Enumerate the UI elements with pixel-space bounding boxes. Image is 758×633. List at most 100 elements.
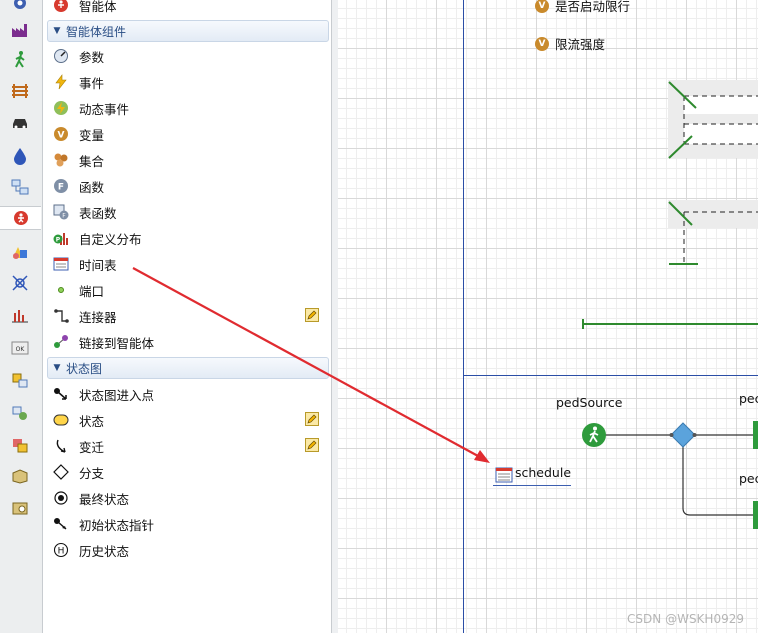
- material-handling-icon[interactable]: [7, 176, 33, 198]
- agent-palette-icon[interactable]: [0, 206, 41, 230]
- presentation-icon[interactable]: [7, 241, 33, 263]
- palette-item-event[interactable]: 事件: [51, 70, 331, 94]
- schedule-label: schedule: [515, 465, 572, 480]
- connectivity-icon[interactable]: [7, 369, 33, 391]
- watermark: CSDN @WSKH0929: [627, 612, 744, 626]
- palette-item-label: 变迁: [79, 439, 105, 455]
- palette-item-label: 函数: [79, 179, 105, 195]
- palette-item-history-state[interactable]: H 历史状态: [51, 538, 331, 562]
- ped-source-block[interactable]: [581, 422, 607, 448]
- palette-item-label: 事件: [79, 75, 105, 91]
- section-header-agent-components[interactable]: ▼ 智能体组件: [47, 20, 329, 42]
- schedule-icon: [53, 256, 69, 272]
- ped-block-1[interactable]: [753, 421, 758, 449]
- final-state-icon: [53, 490, 69, 506]
- palette-item-label: 分支: [79, 465, 105, 481]
- pedestrian-library-icon[interactable]: [7, 48, 33, 70]
- table-function-icon: F: [53, 204, 69, 220]
- palette-item-dynamic-event[interactable]: 动态事件: [51, 96, 331, 120]
- edit-pencil-icon[interactable]: [305, 308, 319, 322]
- palette-item-label: 时间表: [79, 257, 117, 273]
- library-toolstrip: OK: [0, 0, 43, 633]
- space-markup-icon[interactable]: [7, 272, 33, 294]
- event-icon: [53, 74, 69, 90]
- svg-text:V: V: [58, 131, 65, 141]
- palette-item-schedule[interactable]: 时间表: [51, 252, 331, 276]
- palette-item-collection[interactable]: 集合: [51, 148, 331, 172]
- transition-icon: [53, 438, 69, 454]
- section-title: 状态图: [66, 361, 103, 376]
- svg-text:F: F: [62, 213, 66, 220]
- schedule-element[interactable]: schedule: [493, 465, 571, 486]
- port-icon: [53, 282, 69, 298]
- collapse-chevron-icon[interactable]: ▼: [48, 363, 66, 373]
- palette-item-final-state[interactable]: 最终状态: [51, 486, 331, 510]
- state-icon: [53, 412, 69, 428]
- dynamic-event-icon: [53, 100, 69, 116]
- palette-panel: 智能体 ▼ 智能体组件 参数 事件 动态事件 V 变量 集合 F 函数 F 表函…: [43, 0, 331, 633]
- history-state-icon: H: [53, 542, 69, 558]
- palette-item-custom-distribution[interactable]: P 自定义分布: [51, 226, 331, 250]
- model-canvas[interactable]: V 是否启动限行 V 限流强度 pedSource pec pec: [338, 0, 758, 633]
- palette-item-connector[interactable]: 连接器: [51, 304, 331, 328]
- svg-text:OK: OK: [16, 346, 26, 353]
- rail-library-icon[interactable]: [7, 80, 33, 102]
- section-title: 智能体组件: [66, 24, 127, 39]
- palette-item-label: 端口: [79, 283, 105, 299]
- palette-item-label: 连接器: [79, 309, 117, 325]
- palette-item-label: 最终状态: [79, 491, 130, 507]
- collapse-chevron-icon[interactable]: ▼: [48, 26, 66, 36]
- edit-pencil-icon[interactable]: [305, 412, 319, 426]
- parameter-icon: [53, 48, 69, 64]
- palette-item-parameter[interactable]: 参数: [51, 44, 331, 68]
- palette-item-function[interactable]: F 函数: [51, 174, 331, 198]
- palette-item-label: 表函数: [79, 205, 117, 221]
- section-header-statechart[interactable]: ▼ 状态图: [47, 357, 329, 379]
- analysis-icon[interactable]: [7, 304, 33, 326]
- variable-icon: V: [53, 126, 69, 142]
- link-to-agent-icon: [53, 334, 69, 350]
- palette-item-port[interactable]: 端口: [51, 278, 331, 302]
- palette-item-agent[interactable]: 智能体: [51, 0, 331, 17]
- palette-item-label: 动态事件: [79, 101, 130, 117]
- road-traffic-icon[interactable]: [7, 112, 33, 134]
- initial-state-pointer-icon: [53, 516, 69, 532]
- pictures-icon[interactable]: [7, 434, 33, 456]
- palette-item-state[interactable]: 状态: [51, 408, 331, 432]
- agent-tool-icon[interactable]: [7, 0, 33, 14]
- palette-item-label: 历史状态: [79, 543, 130, 559]
- marketplace-icon[interactable]: [7, 497, 33, 519]
- schedule-icon: [495, 467, 513, 486]
- ped-select-output-block[interactable]: [669, 421, 697, 449]
- palette-item-table-function[interactable]: F 表函数: [51, 200, 331, 224]
- palette-scrollbar[interactable]: [331, 0, 338, 633]
- custom-distribution-icon: P: [53, 230, 69, 246]
- system-dynamics-icon[interactable]: [7, 402, 33, 424]
- palette-item-branch[interactable]: 分支: [51, 460, 331, 484]
- palette-item-label: 集合: [79, 153, 105, 169]
- palette-item-label: 状态图进入点: [79, 387, 155, 403]
- ped-block-label-1: pec: [739, 391, 758, 406]
- edit-pencil-icon[interactable]: [305, 438, 319, 452]
- 3d-objects-icon[interactable]: [7, 465, 33, 487]
- connector-icon: [53, 308, 69, 324]
- controls-icon[interactable]: OK: [7, 337, 33, 359]
- statechart-entry-icon: [53, 386, 69, 402]
- ped-block-2[interactable]: [753, 501, 758, 529]
- space-markup-drawing: [582, 80, 758, 516]
- palette-item-transition[interactable]: 变迁: [51, 434, 331, 458]
- collection-icon: [53, 152, 69, 168]
- palette-item-label: 智能体: [79, 0, 117, 14]
- palette-item-label: 自定义分布: [79, 231, 142, 247]
- palette-item-label: 变量: [79, 127, 105, 143]
- palette-item-link-to-agent[interactable]: 链接到智能体: [51, 330, 331, 354]
- palette-item-label: 状态: [79, 413, 105, 429]
- palette-item-variable[interactable]: V 变量: [51, 122, 331, 146]
- svg-text:P: P: [56, 237, 61, 244]
- fluid-library-icon[interactable]: [7, 145, 33, 167]
- agent-icon: [53, 0, 69, 13]
- process-modeling-icon[interactable]: [7, 19, 33, 41]
- palette-item-statechart-entry[interactable]: 状态图进入点: [51, 382, 331, 406]
- palette-item-initial-state-pointer[interactable]: 初始状态指针: [51, 512, 331, 536]
- branch-icon: [53, 464, 69, 480]
